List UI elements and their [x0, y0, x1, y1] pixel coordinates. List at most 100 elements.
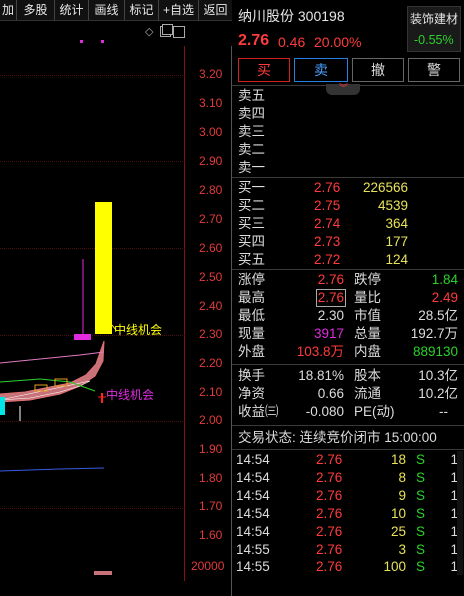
stat-value: 2.76 [317, 272, 344, 287]
tick-price: 2.76 [316, 506, 343, 521]
tick-side: S [416, 470, 426, 485]
tick-volume: 10 [390, 506, 406, 521]
tick-row: 14:54 2.76 9 S 1 [232, 487, 464, 505]
stat-label: 外盘 [238, 344, 265, 359]
stat-value: -- [439, 404, 448, 419]
buy-order-row[interactable]: 买二 2.75 4539 [232, 197, 464, 215]
tick-price: 2.76 [316, 470, 343, 485]
price-tick-label: 3.10 [199, 96, 223, 110]
buy-order-row[interactable]: 买三 2.74 364 [232, 215, 464, 233]
tick-price: 2.76 [316, 524, 343, 539]
tick-price: 2.76 [316, 452, 343, 467]
order-price: 2.73 [314, 234, 341, 249]
toolbar-add-button[interactable]: 加 [0, 0, 17, 20]
tick-side: S [416, 524, 426, 539]
quote-panel: 纳川股份 300198 2.76 0.46 20.00% 装饰建材 -0.55%… [232, 0, 464, 575]
stat-value: 2.76 [315, 289, 346, 307]
sell-button[interactable]: 卖 [294, 58, 348, 82]
candle-yellow [95, 202, 112, 334]
price-tick-label: 1.60 [199, 528, 223, 542]
order-label: 买二 [238, 198, 265, 213]
stat-value: 889130 [412, 344, 458, 359]
order-volume: 364 [385, 216, 408, 231]
kline-chart[interactable]: ◇ 3.20 3.10 3.00 2.90 2.80 2.70 2.60 2.5… [0, 21, 232, 596]
price-tick-label: 2.00 [199, 413, 223, 427]
tick-time: 14:54 [236, 488, 270, 503]
tick-row: 14:55 2.76 100 S 1 [232, 558, 464, 576]
tick-price: 2.76 [316, 542, 343, 557]
stat-label: 现量 [238, 326, 265, 341]
order-label: 买一 [238, 180, 265, 195]
stat-value: -0.080 [305, 404, 344, 419]
sell-order-row[interactable]: 卖四 [232, 105, 464, 123]
toolbar-stats-button[interactable]: 统计 [55, 0, 89, 20]
tick-scrollbar[interactable] [457, 451, 463, 575]
sell-order-row[interactable]: 卖三 [232, 123, 464, 141]
buy-button[interactable]: 买 [238, 58, 290, 82]
sell-order-row[interactable]: 卖一 [232, 159, 464, 177]
order-label: 卖三 [238, 124, 265, 139]
sell-order-row[interactable]: 卖二 [232, 141, 464, 159]
alert-button[interactable]: 警 [408, 58, 460, 82]
stat-label: PE(动) [354, 404, 395, 419]
order-label: 买四 [238, 234, 265, 249]
order-label: 卖四 [238, 106, 265, 121]
tick-side: S [416, 452, 426, 467]
tick-volume: 18 [390, 452, 406, 467]
stat-label: 最高 [238, 290, 265, 305]
toolbar-draw-line-button[interactable]: 画线 [89, 0, 125, 20]
candle-magenta [74, 334, 91, 340]
sector-box[interactable]: 装饰建材 -0.55% [407, 6, 461, 52]
order-price: 2.75 [314, 198, 341, 213]
trading-status-text: 交易状态: 连续竞价闭市 15:00:00 [238, 430, 437, 445]
buy-order-row[interactable]: 买一 2.76 226566 [232, 179, 464, 197]
price-change: 0.46 [278, 34, 306, 50]
stats-row: 涨停 2.76 跌停 1.84 [232, 271, 464, 289]
stats-row: 外盘 103.8万 内盘 889130 [232, 343, 464, 361]
stats-row: 最低 2.30 市值 28.5亿 [232, 307, 464, 325]
stat-value: 10.2亿 [418, 386, 458, 401]
price-change-pct: 20.00% [314, 34, 362, 50]
buy-order-row[interactable]: 买五 2.72 124 [232, 251, 464, 269]
stat-value: 2.49 [431, 290, 458, 305]
order-label: 卖一 [238, 160, 265, 175]
toolbar-mark-button[interactable]: 标记 [125, 0, 159, 20]
stat-value: 2.30 [317, 308, 344, 323]
tick-volume: 25 [390, 524, 406, 539]
order-label: 卖二 [238, 142, 265, 157]
order-volume: 124 [385, 252, 408, 267]
divider [232, 364, 464, 365]
stat-label: 换手 [238, 368, 265, 383]
stat-label: 流通 [354, 386, 381, 401]
tick-row: 14:54 2.76 8 S 1 [232, 469, 464, 487]
price-tick-label: 3.20 [199, 67, 223, 81]
ma-line-pink [0, 351, 105, 364]
indicator-band [0, 340, 105, 403]
toolbar-back-button[interactable]: 返回 [199, 0, 232, 20]
order-label: 卖五 [238, 88, 265, 103]
tick-row: 14:54 2.76 18 S 1 [232, 451, 464, 469]
stat-label: 市值 [354, 308, 381, 323]
stat-value: 3917 [313, 326, 344, 341]
tick-volume: 3 [398, 542, 406, 557]
volume-bar [94, 571, 112, 575]
price-tick-label: 1.80 [199, 471, 223, 485]
sell-order-row[interactable]: 卖五 [232, 87, 464, 105]
order-label: 买五 [238, 252, 265, 267]
stats-row: 收益㈢ -0.080 PE(动) -- [232, 403, 464, 421]
stat-label: 量比 [354, 290, 381, 305]
order-volume: 4539 [377, 198, 408, 213]
sector-change: -0.55% [414, 33, 454, 47]
annotation-label: 中线机会 [106, 388, 155, 402]
tick-time: 14:54 [236, 452, 270, 467]
toolbar-multi-stock-button[interactable]: 多股 [17, 0, 55, 20]
cancel-button[interactable]: 撤 [352, 58, 404, 82]
order-price: 2.76 [314, 180, 341, 195]
buy-order-row[interactable]: 买四 2.73 177 [232, 233, 464, 251]
price-tick-label: 1.70 [199, 499, 223, 513]
stat-value: 192.7万 [410, 326, 458, 341]
toolbar-add-watchlist-button[interactable]: +自选 [159, 0, 199, 20]
stat-label: 总量 [354, 326, 381, 341]
annotation-label: 中线机会 [114, 323, 163, 337]
stat-value: 10.3亿 [418, 368, 458, 383]
